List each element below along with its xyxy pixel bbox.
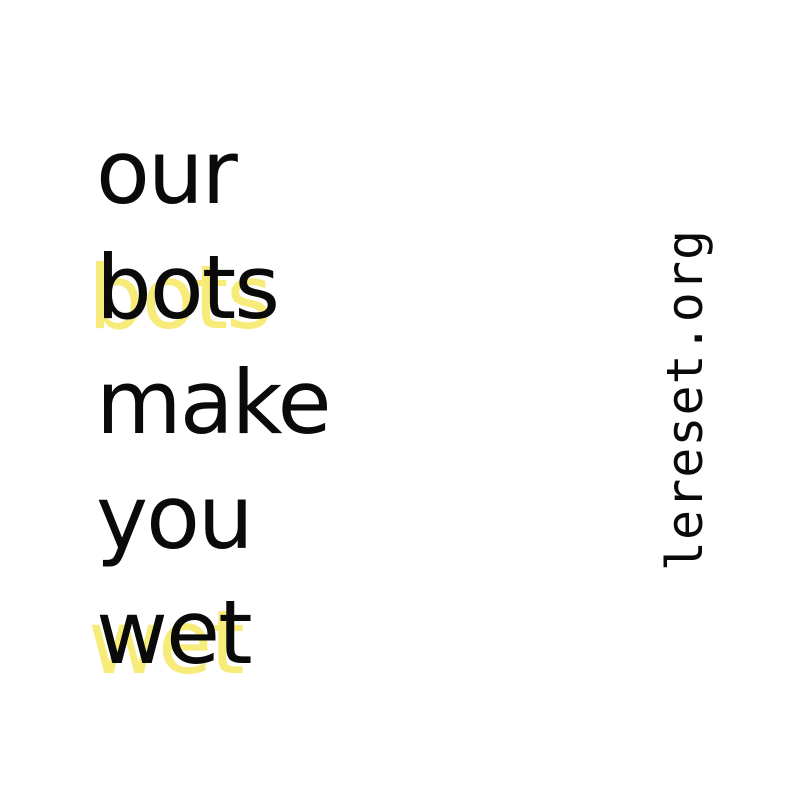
poster: our bots bots make you wet wet lereset.o… [0, 0, 800, 800]
headline-word: make [96, 351, 332, 454]
headline-word: bots [96, 236, 280, 339]
site-url: lereset.org [656, 228, 714, 572]
headline-word: you [96, 466, 254, 569]
headline-line-bots: bots bots [88, 233, 280, 349]
headline-word: wet [96, 581, 253, 684]
headline-word: our [96, 121, 238, 224]
headline-line-wet: wet wet [88, 578, 253, 694]
headline-line-make: make [96, 348, 332, 458]
headline-line-you: you [96, 463, 254, 573]
headline-line-our: our [96, 118, 238, 228]
